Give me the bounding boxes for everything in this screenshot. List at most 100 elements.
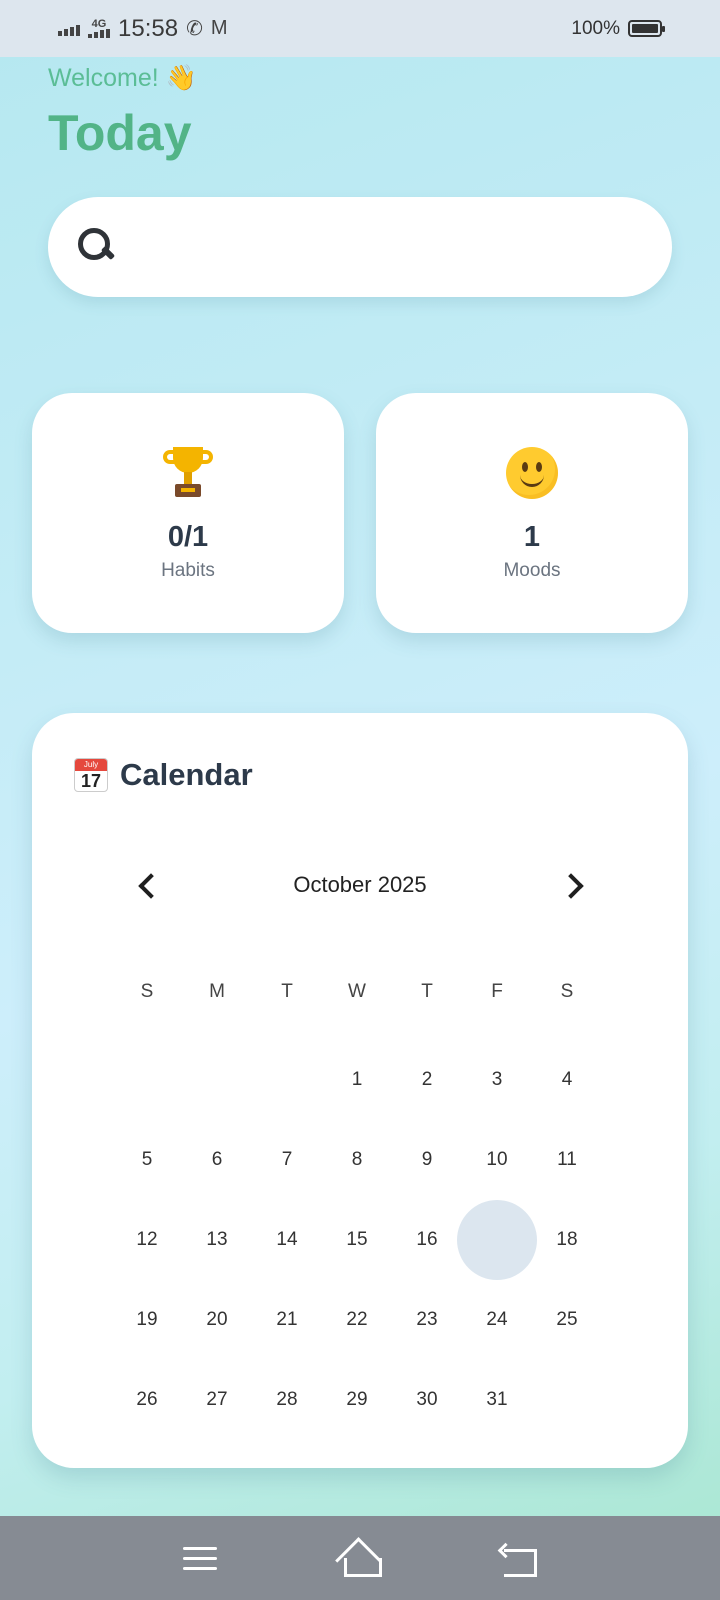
day-cell[interactable]: 16 — [392, 1200, 462, 1280]
weekday-label: W — [348, 981, 366, 1002]
day-number: 16 — [416, 1229, 438, 1250]
day-number: 12 — [136, 1229, 158, 1250]
whatsapp-icon: ✆ — [186, 18, 203, 40]
day-cell[interactable]: 8 — [322, 1120, 392, 1200]
day-number: 10 — [486, 1149, 508, 1170]
day-cell[interactable]: 21 — [252, 1280, 322, 1360]
day-cell[interactable]: 4 — [532, 1040, 602, 1120]
battery-fill — [632, 24, 658, 33]
network-4g-icon: 4G — [88, 19, 110, 38]
page-title: Today — [48, 105, 192, 161]
day-number: 24 — [486, 1309, 508, 1330]
calendar-icon-day: 17 — [80, 771, 102, 791]
day-cell[interactable]: 26 — [112, 1360, 182, 1440]
day-cell[interactable]: 29 — [322, 1360, 392, 1440]
day-blank — [252, 1040, 322, 1120]
month-navigation: October 2025 — [126, 863, 594, 907]
weekday-label: T — [421, 981, 433, 1002]
moods-card[interactable]: 1 Moods — [376, 393, 688, 633]
day-number: 18 — [556, 1229, 578, 1250]
day-number: 17 — [486, 1229, 508, 1250]
day-number: 13 — [206, 1229, 228, 1250]
calendar-icon-month: July — [75, 759, 107, 771]
day-cell[interactable]: 28 — [252, 1360, 322, 1440]
day-number: 30 — [416, 1389, 438, 1410]
day-cell[interactable]: 23 — [392, 1280, 462, 1360]
day-number: 4 — [561, 1069, 573, 1090]
day-cell[interactable]: 24 — [462, 1280, 532, 1360]
weekday-label: T — [281, 981, 293, 1002]
day-blank — [112, 1040, 182, 1120]
search-input[interactable] — [118, 233, 632, 261]
day-cell[interactable]: 2 — [392, 1040, 462, 1120]
chevron-right-icon[interactable] — [554, 865, 594, 905]
welcome-text: Welcome! 👋 — [48, 64, 197, 92]
day-cell[interactable]: 18 — [532, 1200, 602, 1280]
clock: 15:58 — [118, 14, 179, 42]
weekday-label: S — [560, 981, 574, 1002]
day-cell[interactable]: 14 — [252, 1200, 322, 1280]
battery-icon — [628, 20, 665, 37]
search-icon — [76, 226, 118, 268]
day-cell[interactable]: 9 — [392, 1120, 462, 1200]
day-cell[interactable]: 5 — [112, 1120, 182, 1200]
day-cell[interactable]: 6 — [182, 1120, 252, 1200]
calendar-header: July 17 Calendar — [74, 757, 253, 793]
day-number: 8 — [351, 1149, 363, 1170]
day-cell[interactable]: 1 — [322, 1040, 392, 1120]
day-number: 21 — [276, 1309, 298, 1330]
search-bar[interactable] — [48, 197, 672, 297]
day-number: 2 — [421, 1069, 433, 1090]
day-number: 27 — [206, 1389, 228, 1410]
moods-label: Moods — [503, 560, 561, 581]
day-cell[interactable]: 22 — [322, 1280, 392, 1360]
day-cell[interactable]: 19 — [112, 1280, 182, 1360]
calendar-icon: July 17 — [74, 758, 108, 792]
day-number: 6 — [211, 1149, 223, 1170]
day-number: 9 — [421, 1149, 433, 1170]
day-number: 7 — [281, 1149, 293, 1170]
status-right: 100% — [571, 17, 665, 40]
day-cell[interactable]: 30 — [392, 1360, 462, 1440]
day-cell[interactable]: 7 — [252, 1120, 322, 1200]
day-cell[interactable]: 20 — [182, 1280, 252, 1360]
weekday-header: SMTWTFS — [112, 977, 602, 1007]
day-cell[interactable]: 25 — [532, 1280, 602, 1360]
status-left: 4G 15:58 ✆ M — [58, 15, 228, 43]
day-cell[interactable]: 27 — [182, 1360, 252, 1440]
habits-card[interactable]: 0/1 Habits — [32, 393, 344, 633]
weekday-label: F — [491, 981, 503, 1002]
menu-icon[interactable] — [170, 1533, 230, 1583]
month-label: October 2025 — [293, 872, 427, 897]
network-label: 4G — [91, 18, 107, 30]
chevron-left-icon[interactable] — [126, 865, 166, 905]
day-cell[interactable]: 3 — [462, 1040, 532, 1120]
day-cell[interactable]: 11 — [532, 1120, 602, 1200]
calendar-card: July 17 Calendar October 2025 SMTWTFS 12… — [32, 713, 688, 1468]
day-number: 25 — [556, 1309, 578, 1330]
day-number: 15 — [346, 1229, 368, 1250]
day-number: 11 — [557, 1149, 577, 1170]
day-number: 19 — [136, 1309, 158, 1330]
day-cell[interactable]: 15 — [322, 1200, 392, 1280]
day-number: 20 — [206, 1309, 228, 1330]
home-icon[interactable] — [330, 1533, 390, 1583]
back-icon[interactable] — [490, 1533, 550, 1583]
day-cell[interactable]: 31 — [462, 1360, 532, 1440]
system-nav-bar — [0, 1516, 720, 1600]
day-number: 31 — [486, 1389, 508, 1410]
day-cell[interactable]: 12 — [112, 1200, 182, 1280]
day-number: 14 — [276, 1229, 298, 1250]
day-number: 5 — [141, 1149, 153, 1170]
smiley-icon — [506, 447, 558, 499]
battery-percent: 100% — [571, 17, 620, 39]
day-cell[interactable]: 13 — [182, 1200, 252, 1280]
day-number: 22 — [346, 1309, 368, 1330]
day-cell[interactable]: 10 — [462, 1120, 532, 1200]
habits-label: Habits — [161, 560, 215, 581]
day-cell-selected[interactable]: 17 — [457, 1200, 537, 1280]
day-number: 28 — [276, 1389, 298, 1410]
day-number: 29 — [346, 1389, 368, 1410]
day-number: 1 — [351, 1069, 363, 1090]
habits-count: 0/1 — [167, 521, 209, 553]
